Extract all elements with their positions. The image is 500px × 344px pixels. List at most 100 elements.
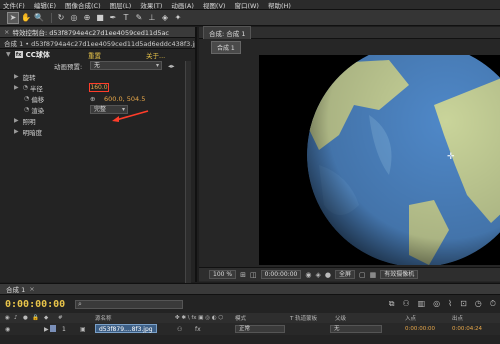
prop-light[interactable]: ▶ 照明 [0, 115, 195, 126]
transparency-grid-icon[interactable]: ▦ [370, 271, 377, 279]
brush-icon[interactable]: ✎ [134, 13, 144, 23]
vertical-scrollbar[interactable] [185, 61, 191, 291]
layer-out-time[interactable]: 0:00:04:24 [452, 326, 482, 332]
lock-icon[interactable]: 🔒 [32, 315, 39, 321]
camera-select[interactable]: 有效摄像机 [380, 270, 419, 279]
resolution-select[interactable]: 全屏 [334, 270, 355, 279]
rectangle-icon[interactable]: ■ [95, 13, 105, 23]
expand-triangle-icon[interactable]: ▶ [14, 73, 19, 80]
prop-radius[interactable]: ▶ ◔ 半径 160.0 [0, 82, 195, 93]
viewer-controls-bar: 100 % ⊞ ◫ 0:00:00:00 ◉ ◈ ● 全屏 ▢ ▦ 有效摄像机 [199, 267, 500, 281]
text-icon[interactable]: T [121, 13, 131, 23]
stopwatch-icon[interactable]: ◔ [23, 84, 28, 91]
offset-value[interactable]: 600.0, 504.5 [104, 95, 145, 103]
show-snapshot-icon[interactable]: ◈ [315, 271, 320, 279]
video-eye-icon[interactable]: ◉ [5, 315, 10, 321]
composition-subtab[interactable]: 合成 1 [211, 41, 241, 54]
brainstorm-icon[interactable]: ⊡ [460, 299, 467, 309]
composition-viewer[interactable]: ✛ [259, 55, 500, 265]
clone-icon[interactable]: ⊥ [147, 13, 157, 23]
puppet-icon[interactable]: ✦ [173, 13, 183, 23]
globe-render: ✛ [307, 55, 500, 265]
timeline-timecode[interactable]: 0:00:00:00 [5, 299, 65, 310]
pan-behind-icon[interactable]: ⊕ [82, 13, 92, 23]
stopwatch-icon[interactable]: ◔ [24, 95, 29, 102]
frame-blend-icon[interactable]: ▥ [418, 299, 426, 309]
menu-view[interactable]: 视图(V) [203, 0, 226, 10]
out-header[interactable]: 出点 [452, 314, 463, 322]
radius-value[interactable]: 160.0 [89, 83, 109, 92]
camera-icon[interactable]: ◎ [69, 13, 79, 23]
menu-composition[interactable]: 图像合成(C) [65, 0, 101, 10]
timeline-search-input[interactable]: ⌕ [75, 300, 183, 309]
shy-switch-icon[interactable]: ⚇ [177, 326, 182, 333]
image-icon: ▣ [80, 325, 86, 333]
solo-icon[interactable]: ● [23, 315, 28, 321]
audio-icon[interactable]: ♪ [14, 315, 18, 321]
motion-blur-icon[interactable]: ◎ [433, 299, 440, 309]
channel-icon[interactable]: ● [325, 271, 331, 279]
expand-triangle-icon[interactable]: ▶ [14, 128, 19, 135]
menu-layer[interactable]: 图层(L) [110, 0, 132, 10]
zoom-icon[interactable]: 🔍 [34, 13, 44, 23]
prop-rotation[interactable]: ▶ 旋转 [0, 71, 195, 82]
region-icon[interactable]: ▢ [359, 271, 366, 279]
parent-header[interactable]: 父级 [335, 314, 346, 322]
close-icon[interactable]: × [4, 28, 9, 36]
layer-row[interactable]: ◉ ▶ 1 ▣ d53f879....8f3.jpg ⚇ fx 正常 无 0:0… [0, 323, 500, 335]
timeline-tab[interactable]: 合成 1 × [0, 284, 500, 295]
pen-icon[interactable]: ✒ [108, 13, 118, 23]
menu-animation[interactable]: 动画(A) [171, 0, 194, 10]
effect-controls-tab[interactable]: × 特效控制台: d53f8794e4c27d1ee4059ced11d5ac [0, 27, 195, 38]
menu-edit[interactable]: 编辑(E) [34, 0, 56, 10]
about-link[interactable]: 关于... [146, 50, 165, 60]
graph-editor-icon[interactable]: ⌇ [448, 299, 452, 309]
menu-effect[interactable]: 效果(T) [140, 0, 162, 10]
close-icon[interactable]: × [29, 285, 34, 293]
eraser-icon[interactable]: ◈ [160, 13, 170, 23]
mask-icon[interactable]: ◫ [250, 271, 257, 279]
mode-header[interactable]: 模式 [235, 314, 246, 322]
parent-select[interactable]: 无 [330, 325, 382, 333]
reset-link[interactable]: 重置 [88, 50, 101, 60]
shy-icon[interactable]: ⚇ [402, 299, 409, 309]
source-name-header[interactable]: 源名称 [95, 314, 112, 322]
menu-window[interactable]: 窗口(W) [234, 0, 259, 10]
prop-offset[interactable]: ◔ 偏移 ⊕ 600.0, 504.5 [0, 93, 195, 104]
preset-nav-icon[interactable]: ◂▸ [168, 62, 175, 70]
rotate-icon[interactable]: ↻ [56, 13, 66, 23]
fx-toggle-icon[interactable]: fx [14, 51, 23, 58]
menu-help[interactable]: 帮助(H) [268, 0, 291, 10]
hand-icon[interactable]: ✋ [21, 13, 31, 23]
grid-icon[interactable]: ⊞ [240, 271, 246, 279]
layer-name[interactable]: d53f879....8f3.jpg [95, 324, 157, 333]
prop-shading[interactable]: ▶ 明暗度 [0, 126, 195, 137]
selection-arrow-icon[interactable]: ➤ [7, 11, 19, 24]
expand-triangle-icon[interactable]: ▶ [44, 326, 49, 333]
expand-triangle-icon[interactable]: ▶ [14, 117, 19, 124]
tab-composition[interactable]: 合成: 合成 1 [203, 26, 252, 39]
layer-in-time[interactable]: 0:00:00:00 [405, 326, 435, 332]
prop-render[interactable]: ◔ 渲染 完整 ▾ [0, 104, 195, 115]
stopwatch-icon[interactable]: ⏱ [490, 299, 496, 309]
zoom-select[interactable]: 100 % [209, 270, 237, 279]
current-time-field[interactable]: 0:00:00:00 [260, 270, 302, 279]
snapshot-icon[interactable]: ◉ [305, 271, 311, 279]
video-eye-icon[interactable]: ◉ [5, 326, 10, 333]
in-header[interactable]: 入点 [405, 314, 416, 322]
draft-3d-icon[interactable]: ⧉ [389, 299, 395, 309]
animation-preset-select[interactable]: 无 ▾ [90, 61, 162, 70]
effect-header-cc-sphere[interactable]: ▼ fx CC球体 重置 关于... [0, 49, 195, 60]
blend-mode-select[interactable]: 正常 [235, 325, 285, 333]
expand-triangle-icon[interactable]: ▼ [6, 51, 11, 58]
fx-switch-icon[interactable]: fx [195, 326, 201, 333]
clock-icon[interactable]: ◷ [475, 299, 482, 309]
expand-triangle-icon[interactable]: ▶ [14, 84, 19, 91]
label-color-icon[interactable] [50, 325, 56, 332]
trkmat-header[interactable]: T 轨道蒙板 [290, 314, 317, 322]
crosshair-icon[interactable]: ⊕ [90, 95, 95, 103]
switches-header[interactable]: ✤ ✱ \ fx ▣ ◎ ◐ ⬡ [175, 315, 223, 321]
label-icon[interactable]: ◆ [44, 315, 48, 321]
stopwatch-icon[interactable]: ◔ [24, 106, 29, 113]
menu-file[interactable]: 文件(F) [3, 0, 25, 10]
